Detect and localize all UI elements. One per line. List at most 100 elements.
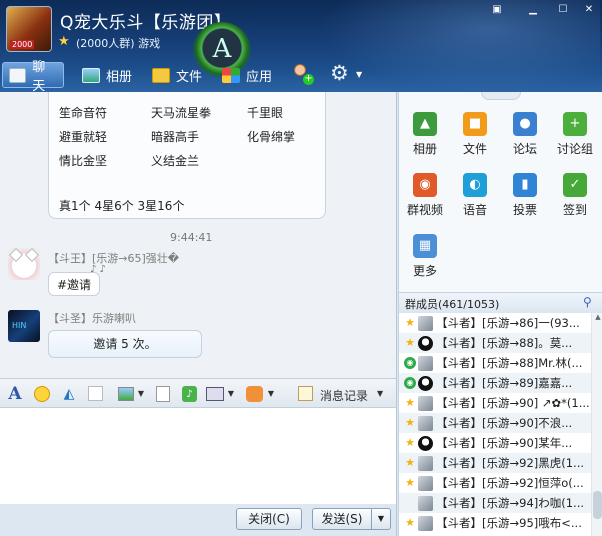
minimize-button[interactable]: ▁ bbox=[522, 2, 544, 18]
app-label: 相册 bbox=[412, 142, 437, 156]
add-member-icon[interactable]: + bbox=[292, 64, 314, 86]
discussion-app-icon: + bbox=[563, 112, 587, 136]
member-item[interactable]: ★ 【斗者】[乐游→88]。莫... bbox=[399, 333, 591, 353]
member-item[interactable]: ★ 【斗者】[乐游→90]某年... bbox=[399, 433, 591, 453]
member-avatar bbox=[418, 495, 433, 511]
send-button[interactable]: 发送(S) bbox=[312, 508, 372, 530]
skill-item: 义结金兰 bbox=[151, 154, 200, 168]
message-bubble: #邀请 bbox=[48, 272, 101, 296]
app-label: 签到 bbox=[562, 203, 587, 217]
app-checkin[interactable]: ✓ 签到 bbox=[551, 173, 599, 218]
sender-avatar[interactable] bbox=[8, 310, 40, 342]
sender-avatar[interactable] bbox=[8, 248, 40, 280]
member-item[interactable]: ★ 【斗者】[乐游→95]哦布<... bbox=[399, 513, 591, 533]
member-item[interactable]: 【斗者】[乐游→94]わ咖(1... bbox=[399, 493, 591, 513]
star-icon: ★ bbox=[405, 336, 415, 349]
screenshot-icon[interactable] bbox=[206, 387, 224, 401]
star-icon: ★ bbox=[405, 396, 415, 409]
history-icon[interactable] bbox=[298, 386, 313, 401]
bottom-bar: 关闭(C) 发送(S) ▼ bbox=[0, 504, 397, 536]
avatar-tag: 2000 bbox=[10, 40, 35, 49]
app-label: 讨论组 bbox=[556, 142, 593, 156]
chevron-down-icon[interactable]: ▼ bbox=[377, 389, 383, 398]
app-video[interactable]: ◉ 群视频 bbox=[401, 173, 449, 218]
scroll-thumb[interactable] bbox=[593, 491, 602, 519]
tab-files-label: 文件 bbox=[176, 69, 203, 85]
note-icon[interactable] bbox=[88, 386, 103, 401]
member-item[interactable]: ◉ 【斗者】[乐游→88]Mr.林(... bbox=[399, 353, 591, 373]
app-voice[interactable]: ◐ 语音 bbox=[451, 173, 499, 218]
maximize-button[interactable]: ☐ bbox=[552, 2, 574, 18]
close-window-button[interactable]: ✕ bbox=[578, 2, 600, 18]
member-panel: 群成员(461/1053) ⚲ ★ 【斗者】[乐游→86]一(93... ★ 【斗者】… bbox=[398, 292, 602, 536]
mobile-online-icon: ◉ bbox=[404, 377, 416, 389]
skill-item: 情比金坚 bbox=[59, 154, 108, 168]
voice-app-icon: ◐ bbox=[463, 173, 487, 197]
scroll-up-icon[interactable]: ▲ bbox=[593, 313, 602, 323]
chevron-down-icon[interactable]: ▼ bbox=[266, 385, 276, 403]
album-icon bbox=[82, 67, 100, 83]
send-options-dropdown[interactable]: ▼ bbox=[371, 508, 391, 530]
message-input[interactable] bbox=[0, 408, 397, 504]
member-item[interactable]: ★ 【斗者】[乐游→92]恒萍o(... bbox=[399, 473, 591, 493]
message-sender[interactable]: 【斗圣】乐游喇叭 bbox=[48, 310, 136, 326]
font-icon[interactable]: A bbox=[6, 385, 24, 403]
music-icon[interactable]: ♪ bbox=[182, 386, 197, 402]
skill-item: 避重就轻 bbox=[59, 130, 108, 144]
tab-chat-label: 聊天 bbox=[32, 60, 46, 92]
close-button[interactable]: 关闭(C) bbox=[236, 508, 302, 530]
chevron-down-icon[interactable]: ▼ bbox=[136, 385, 146, 403]
member-count: 群成员(461/1053) bbox=[405, 298, 500, 311]
member-name: 【斗者】[乐游→90] ↗✿*(1... bbox=[436, 396, 590, 410]
app-vote[interactable]: ▮ 投票 bbox=[501, 173, 549, 218]
star-icon: ★ bbox=[405, 456, 415, 469]
app-label: 群视频 bbox=[406, 203, 443, 217]
chat-history[interactable]: 笙命音符 天马流星拳 千里眼 避重就轻 暗器高手 化骨绵掌 情比金坚 义结金兰 … bbox=[0, 92, 397, 378]
emoji-icon[interactable] bbox=[34, 386, 50, 402]
tab-album[interactable]: 相册 bbox=[76, 62, 138, 88]
group-avatar[interactable]: 2000 bbox=[6, 6, 52, 52]
penguin-avatar-icon bbox=[418, 375, 433, 391]
apps-icon bbox=[222, 67, 240, 83]
app-discussion[interactable]: + 讨论组 bbox=[551, 112, 599, 157]
input-toolbar: A ◭ ▼ ♪ ▼ ▼ 消息记录 ▼ bbox=[0, 378, 397, 408]
app-file[interactable]: ■ 文件 bbox=[451, 112, 499, 157]
shake-icon[interactable]: ◭ bbox=[60, 385, 78, 403]
menu-window-button[interactable]: ▣ bbox=[486, 2, 508, 18]
member-list: ★ 【斗者】[乐游→86]一(93... ★ 【斗者】[乐游→88]。莫... ◉ 【斗者… bbox=[399, 313, 591, 533]
skill-item: 笙命音符 bbox=[59, 106, 108, 120]
message-sender[interactable]: 【斗王】[乐游→65]强壮� bbox=[48, 250, 179, 266]
app-more[interactable]: ▦ 更多 bbox=[401, 234, 449, 279]
magic-face-icon[interactable] bbox=[246, 386, 263, 402]
member-item[interactable]: ★ 【斗者】[乐游→90] ↗✿*(1... bbox=[399, 393, 591, 413]
tab-apps[interactable]: 应用 bbox=[216, 62, 278, 88]
more-app-icon: ▦ bbox=[413, 234, 437, 258]
member-scrollbar[interactable]: ▲ bbox=[591, 313, 602, 536]
app-label: 语音 bbox=[462, 203, 487, 217]
app-label: 论坛 bbox=[512, 142, 537, 156]
member-name: 【斗者】[乐游→92]黑虎(1... bbox=[436, 456, 585, 470]
member-avatar bbox=[418, 315, 433, 331]
album-app-icon: ▲ bbox=[413, 112, 437, 136]
picture-icon[interactable] bbox=[118, 387, 134, 401]
tab-files[interactable]: 文件 bbox=[146, 62, 208, 88]
app-label: 投票 bbox=[512, 203, 537, 217]
search-icon[interactable]: ⚲ bbox=[583, 295, 597, 309]
member-item[interactable]: ★ 【斗者】[乐游→92]黑虎(1... bbox=[399, 453, 591, 473]
panel-collapse-handle[interactable] bbox=[481, 92, 521, 100]
forum-app-icon: ● bbox=[513, 112, 537, 136]
history-button[interactable]: 消息记录 bbox=[320, 387, 368, 404]
app-label: 更多 bbox=[412, 264, 437, 278]
star-icon: ★ bbox=[405, 516, 415, 529]
member-item[interactable]: ★ 【斗者】[乐游→86]一(93... bbox=[399, 313, 591, 333]
document-icon[interactable] bbox=[156, 386, 170, 402]
message-timestamp: 9:44:41 bbox=[170, 231, 213, 244]
app-forum[interactable]: ● 论坛 bbox=[501, 112, 549, 157]
chevron-down-icon[interactable]: ▼ bbox=[226, 385, 236, 403]
member-item[interactable]: ◉ 【斗者】[乐游→89]嘉嘉... bbox=[399, 373, 591, 393]
tab-chat[interactable]: 聊天 bbox=[2, 60, 64, 92]
chevron-down-icon[interactable]: ▼ bbox=[356, 70, 362, 79]
member-item[interactable]: ★ 【斗者】[乐游→90]不浪... bbox=[399, 413, 591, 433]
app-album[interactable]: ▲ 相册 bbox=[401, 112, 449, 157]
gear-icon[interactable]: ⚙ bbox=[330, 61, 349, 85]
